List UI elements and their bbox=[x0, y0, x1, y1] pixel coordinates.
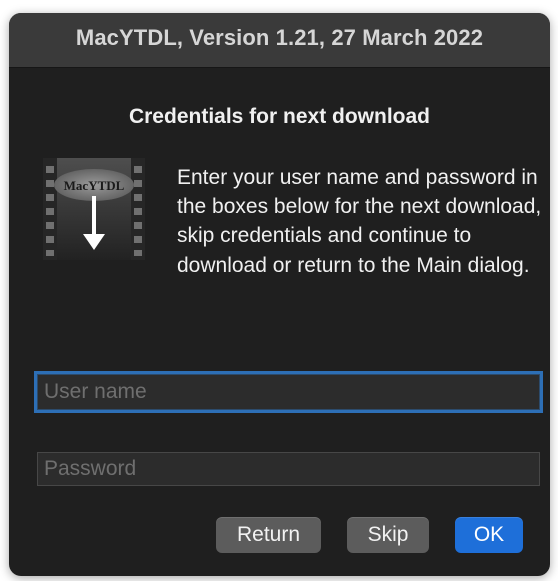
ok-button[interactable]: OK bbox=[455, 517, 523, 553]
return-button[interactable]: Return bbox=[216, 517, 321, 553]
title-bar: MacYTDL, Version 1.21, 27 March 2022 bbox=[9, 13, 550, 68]
dialog-message: Enter your user name and password in the… bbox=[177, 166, 542, 277]
dialog-heading: Credentials for next download bbox=[128, 105, 431, 128]
macytdl-film-download-icon: MacYTDL bbox=[43, 158, 145, 260]
password-field[interactable] bbox=[37, 452, 540, 486]
credentials-dialog: MacYTDL, Version 1.21, 27 March 2022 Cre… bbox=[9, 13, 550, 576]
skip-button[interactable]: Skip bbox=[347, 517, 429, 553]
app-icon-label: MacYTDL bbox=[64, 178, 125, 193]
user-name-field[interactable] bbox=[37, 374, 540, 410]
window-title: MacYTDL, Version 1.21, 27 March 2022 bbox=[75, 25, 484, 50]
